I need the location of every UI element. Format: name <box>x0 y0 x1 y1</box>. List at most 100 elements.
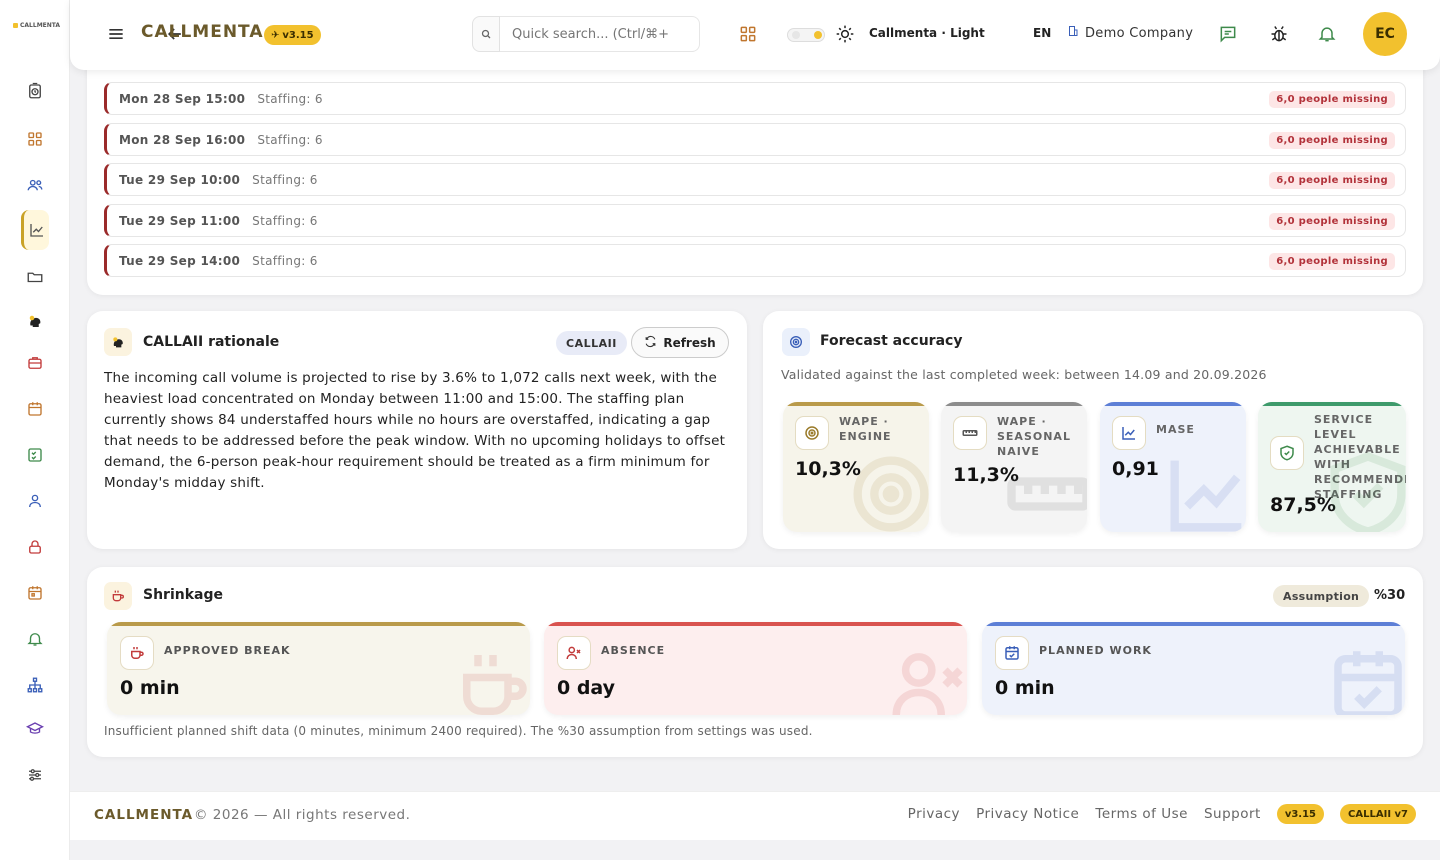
version-text: v3.15 <box>282 29 314 41</box>
theme-label[interactable]: Callmenta · Light <box>869 26 985 40</box>
shrinkage-accent-bar <box>982 622 1405 626</box>
alert-row[interactable]: Tue 29 Sep 10:00 Staffing: 6 6,0 people mi… <box>104 163 1406 196</box>
shrinkage-value: 0 min <box>995 677 1055 699</box>
version-badge: ✈ v3.15 <box>264 25 321 45</box>
rationale-text: The incoming call volume is projected to… <box>104 370 726 491</box>
apps-grid-icon[interactable] <box>738 24 758 44</box>
bug-icon[interactable] <box>1269 24 1289 44</box>
theme-toggle[interactable] <box>787 28 825 42</box>
footer-version-badge: v3.15 <box>1276 804 1325 824</box>
footer-brand: CALLMENTA <box>94 807 194 823</box>
alert-staffing: Staffing: 6 <box>257 132 323 147</box>
forecast-subtitle: Validated against the last completed wee… <box>781 367 1267 382</box>
alert-time: Mon 28 Sep 15:00 <box>119 91 246 106</box>
user-avatar[interactable]: EC <box>1363 12 1407 56</box>
timer-icon[interactable] <box>22 78 48 104</box>
users-icon[interactable] <box>22 172 48 198</box>
metric-value: 0,91 <box>1112 458 1159 480</box>
chat-icon[interactable] <box>1218 24 1238 44</box>
shrinkage-title: Shrinkage <box>143 587 223 603</box>
footer-copyright: © 2026 — All rights reserved. <box>194 807 411 823</box>
missing-people-badge: 6,0 people missing <box>1269 213 1395 230</box>
shrinkage-value: 0 day <box>557 677 616 699</box>
ai-head-icon[interactable] <box>22 308 48 334</box>
app-logo[interactable]: CALLMENTA <box>141 22 264 42</box>
forecast-title: Forecast accuracy <box>820 333 963 349</box>
missing-people-badge: 6,0 people missing <box>1269 172 1395 189</box>
shrinkage-label: ABSENCE <box>601 644 666 657</box>
missing-people-badge: 6,0 people missing <box>1269 132 1395 149</box>
metric-accent-bar <box>1100 402 1246 406</box>
missing-people-badge: 6,0 people missing <box>1269 91 1395 108</box>
missing-people-badge: 6,0 people missing <box>1269 253 1395 270</box>
user-x-icon <box>557 636 591 670</box>
alert-row[interactable]: Tue 29 Sep 14:00 Staffing: 6 6,0 people mi… <box>104 244 1406 277</box>
dashboard-icon[interactable] <box>22 126 48 152</box>
footer-link-privacy-notice[interactable]: Privacy Notice <box>976 806 1079 822</box>
checklist-icon[interactable] <box>22 442 48 468</box>
alert-row[interactable]: Mon 28 Sep 16:00 Staffing: 6 6,0 people mi… <box>104 123 1406 156</box>
coffee-cup-icon <box>104 582 132 610</box>
graduation-cap-icon[interactable] <box>22 716 48 742</box>
building-icon <box>1067 25 1079 41</box>
sidebar: CALLMENTA <box>0 0 70 860</box>
calendar-event-icon[interactable] <box>22 580 48 606</box>
metric-accent-bar <box>783 402 929 406</box>
metric-label: WAPE · ENGINE <box>839 415 892 443</box>
absence-item: ABSENCE 0 day <box>544 622 967 715</box>
shrinkage-label: APPROVED BREAK <box>164 644 291 657</box>
alert-time: Tue 29 Sep 10:00 <box>119 172 241 187</box>
briefcase-icon[interactable] <box>22 350 48 376</box>
alert-staffing: Staffing: 6 <box>252 253 318 268</box>
bell-icon[interactable] <box>22 626 48 652</box>
sidebar-logo-text: CALLMENTA <box>20 22 61 29</box>
lock-icon[interactable] <box>22 534 48 560</box>
footer-ai-badge: CALLAII v7 <box>1340 804 1416 824</box>
alert-row[interactable]: Mon 28 Sep 15:00 Staffing: 6 6,0 people mi… <box>104 82 1406 115</box>
calendar-check-icon <box>1323 640 1405 715</box>
target-icon <box>841 444 929 532</box>
shrinkage-value: 0 min <box>120 677 180 699</box>
sliders-icon[interactable] <box>22 762 48 788</box>
language-selector[interactable]: EN <box>1033 26 1051 40</box>
footer-links: Privacy Privacy Notice Terms of Use Supp… <box>908 804 1440 824</box>
company-selector[interactable]: Demo Company <box>1067 25 1193 41</box>
chart-line-icon <box>1112 416 1146 450</box>
rocket-icon: ✈ <box>271 29 280 41</box>
footer-link-terms[interactable]: Terms of Use <box>1095 806 1188 822</box>
refresh-button[interactable]: Refresh <box>631 327 729 358</box>
footer-link-support[interactable]: Support <box>1204 806 1261 822</box>
sun-icon[interactable] <box>835 24 855 44</box>
approved-break-item: APPROVED BREAK 0 min <box>107 622 530 715</box>
user-icon[interactable] <box>22 488 48 514</box>
ai-head-icon <box>104 328 132 356</box>
metric-accent-bar <box>1258 402 1406 406</box>
footer-link-privacy[interactable]: Privacy <box>908 806 960 822</box>
alert-staffing: Staffing: 6 <box>257 91 323 106</box>
alert-row[interactable]: Tue 29 Sep 11:00 Staffing: 6 6,0 people mi… <box>104 204 1406 237</box>
shrinkage-label: PLANNED WORK <box>1039 644 1152 657</box>
shield-check-icon <box>1318 444 1406 532</box>
search-icon[interactable] <box>472 16 500 52</box>
assumption-value: %30 <box>1374 588 1406 603</box>
wape-engine-metric: WAPE · ENGINE 10,3% <box>783 402 929 532</box>
org-chart-icon[interactable] <box>22 672 48 698</box>
metric-label: MASE <box>1156 423 1195 436</box>
alert-staffing: Staffing: 6 <box>252 213 318 228</box>
chart-line-icon <box>1158 444 1246 532</box>
planned-work-item: PLANNED WORK 0 min <box>982 622 1405 715</box>
sidebar-logo[interactable]: CALLMENTA <box>13 22 60 29</box>
folder-icon[interactable] <box>22 264 48 290</box>
target-icon <box>782 328 810 356</box>
metric-accent-bar <box>941 402 1087 406</box>
assumption-badge: Assumption <box>1273 585 1370 607</box>
chart-line-icon[interactable] <box>21 210 49 250</box>
quick-search <box>472 16 700 52</box>
calendar-icon[interactable] <box>22 396 48 422</box>
notification-bell-icon[interactable] <box>1317 24 1337 44</box>
coffee-cup-icon <box>120 636 154 670</box>
user-x-icon <box>885 640 967 715</box>
mase-metric: MASE 0,91 <box>1100 402 1246 532</box>
search-input[interactable] <box>500 16 700 52</box>
hamburger-menu-icon[interactable] <box>106 24 126 44</box>
